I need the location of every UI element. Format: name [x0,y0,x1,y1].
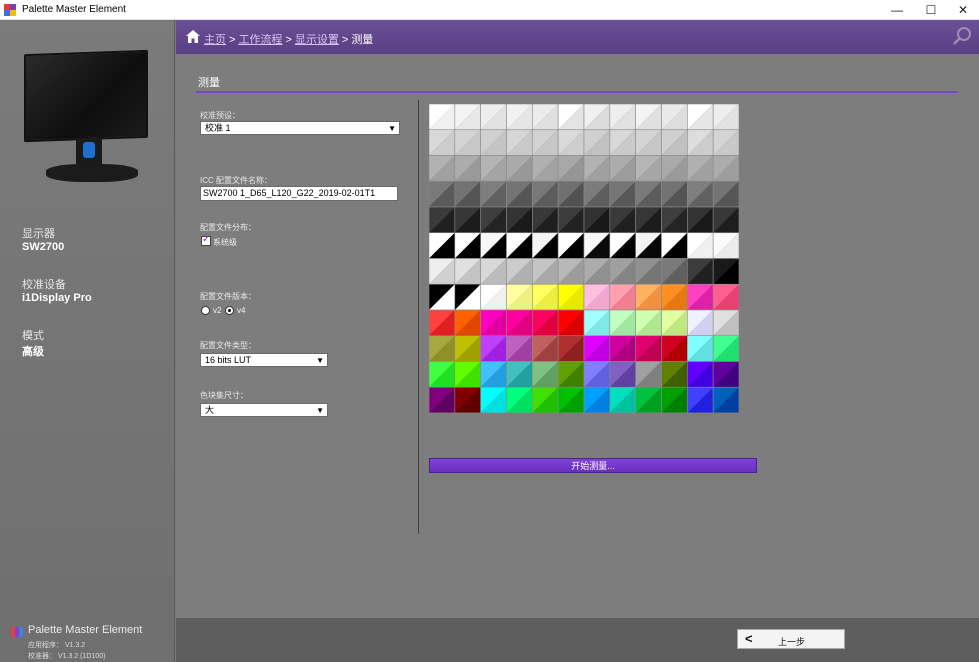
profile-version-label: 配置文件版本： [200,292,256,301]
color-patch-grid [429,104,739,413]
close-button[interactable]: ✕ [946,0,979,20]
chevron-left-icon: < [745,631,753,646]
breadcrumb-current: 测量 [351,34,374,46]
system-level-checkbox[interactable]: ✓ [201,234,211,246]
chevron-down-icon: ▼ [316,356,324,365]
maximize-button[interactable]: ☐ [914,0,948,20]
engine-version: 校准器： V1.3.2 (1D100) [28,653,106,660]
v2-radio[interactable] [201,306,210,315]
profile-distribution-label: 配置文件分布： [200,223,256,232]
monitor-image [24,49,150,192]
icc-name-label: ICC 配置文件名称： [200,176,272,185]
start-measurement-button[interactable]: 开始测量... [429,458,757,473]
profile-type-select[interactable]: 16 bits LUT ▼ [200,353,328,367]
back-button[interactable]: < 上一步 [737,629,845,649]
bottom-bar [176,618,979,662]
breadcrumb-display-settings[interactable]: 显示设置 [295,34,339,46]
search-icon[interactable] [952,26,972,46]
brand-name: Palette Master Element [28,624,143,636]
brand-logo-icon [11,627,23,637]
calibration-preset-select[interactable]: 校准 1 ▼ [200,121,400,135]
breadcrumb-workflow[interactable]: 工作流程 [238,34,282,46]
mode-value: 高级 [22,346,44,358]
profile-type-label: 配置文件类型： [200,341,256,350]
chevron-down-icon: ▼ [388,124,396,133]
breadcrumb: 主页 > 工作流程 > 显示设置 > 测量 [176,20,979,54]
section-title: 测量 [198,77,220,89]
display-label: 显示器 [22,228,55,240]
app-logo-icon [4,4,16,16]
v4-radio[interactable] [225,306,234,315]
device-label: 校准设备 [22,279,66,291]
device-value: i1Display Pro [22,292,92,304]
icc-name-input[interactable]: SW2700 1_D65_L120_G22_2019-02-01T1 [200,186,398,201]
vertical-divider [418,100,419,534]
patch-size-select[interactable]: 大 ▼ [200,403,328,417]
title-bar: Palette Master Element — ☐ ✕ [0,0,979,20]
v2-label: v2 [213,306,222,315]
mode-label: 模式 [22,330,44,342]
display-value: SW2700 [22,241,65,253]
calibration-preset-label: 校准预设： [200,111,240,120]
breadcrumb-trail: 主页 > 工作流程 > 显示设置 > 测量 [204,34,374,46]
system-level-label: 系统级 [213,238,237,247]
app-version: 应用程序： V1.3.2 [28,642,86,649]
patch-grid-svg [429,104,739,413]
checkmark-icon: ✓ [202,234,211,245]
section-divider [196,91,958,93]
window-title: Palette Master Element [22,4,126,15]
patch-size-label: 色块集尺寸： [200,391,248,400]
chevron-down-icon: ▼ [316,406,324,415]
minimize-button[interactable]: — [880,0,914,20]
breadcrumb-home[interactable]: 主页 [204,34,226,46]
home-icon[interactable] [186,30,200,43]
v4-label: v4 [237,306,246,315]
